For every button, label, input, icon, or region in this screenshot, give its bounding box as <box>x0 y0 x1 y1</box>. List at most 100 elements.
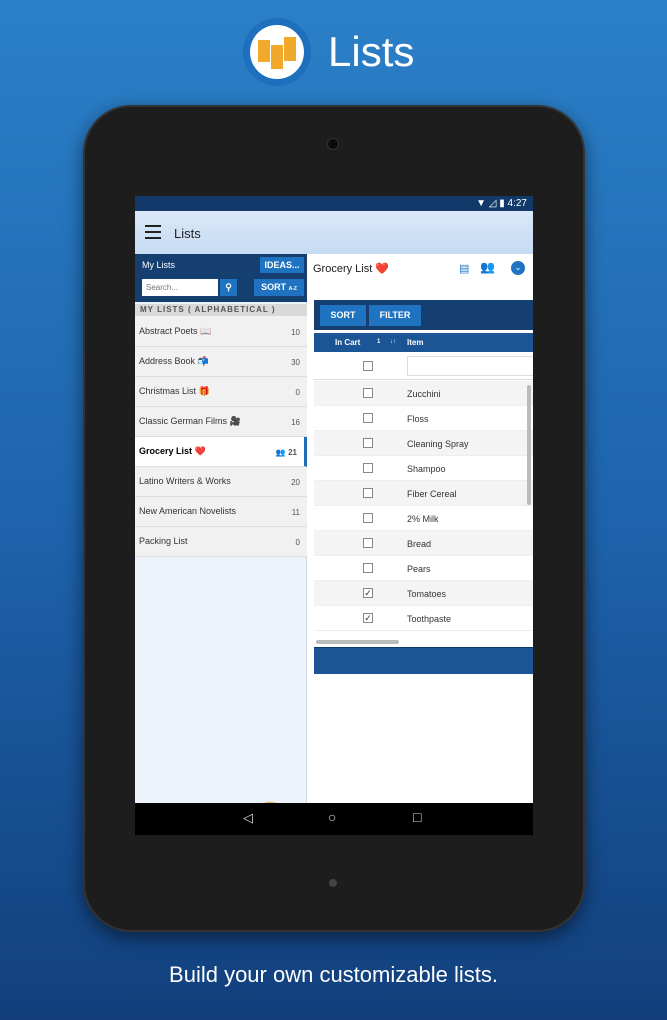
item-name: Shampoo <box>407 464 446 474</box>
expand-chevron-icon[interactable]: ⌄ <box>511 261 525 275</box>
in-cart-checkbox[interactable] <box>363 463 373 473</box>
table-row: Cleaning Spray <box>314 431 533 456</box>
sidebar-item[interactable]: Christmas List 🎁 0 <box>135 377 307 407</box>
back-button[interactable]: ◁ <box>243 810 253 826</box>
camera <box>327 138 339 150</box>
sidebar-item[interactable]: Latino Writers & Works 20 <box>135 467 307 497</box>
items-grid: SORT FILTER In Cart 1 ↓↑ Item Zucchini Fl… <box>314 300 533 674</box>
list-detail: Grocery List ❤️ ▤ 👥 ⌄ SORT FILTER In Car… <box>308 254 533 803</box>
app-logo <box>243 18 311 86</box>
sidebar-item[interactable]: Grocery List ❤️ 👥 21 <box>135 437 307 467</box>
sidebar-item[interactable]: New American Novelists 11 <box>135 497 307 527</box>
list-count-value: 0 <box>295 388 300 397</box>
in-cart-checkbox[interactable]: ✓ <box>363 588 373 598</box>
item-name: Fiber Cereal <box>407 489 457 499</box>
app-bar: Lists <box>135 211 533 254</box>
in-cart-checkbox[interactable] <box>363 513 373 523</box>
list-name: Packing List <box>139 536 188 546</box>
item-name: Floss <box>407 414 429 424</box>
list-name: Latino Writers & Works <box>139 476 231 486</box>
in-cart-checkbox[interactable] <box>363 538 373 548</box>
sensor <box>329 879 337 887</box>
list-count-value: 30 <box>291 358 300 367</box>
item-filter-input[interactable] <box>407 356 533 376</box>
item-name: Pears <box>407 564 431 574</box>
item-name: Cleaning Spray <box>407 439 469 449</box>
horizontal-scrollbar[interactable] <box>316 640 399 644</box>
search-icon[interactable]: ⚲ <box>220 279 237 296</box>
home-button[interactable]: ○ <box>328 809 336 825</box>
list-count: 👥 21 <box>276 438 297 467</box>
item-name: Zucchini <box>407 389 441 399</box>
wifi-icon: ▼ ◿ ▮ <box>476 198 508 209</box>
table-row: ✓ Toothpaste <box>314 606 533 631</box>
sidebar-item[interactable]: Classic German Films 🎥 16 <box>135 407 307 437</box>
list-count: 10 <box>291 318 300 347</box>
vertical-scrollbar[interactable] <box>527 385 531 505</box>
sidebar-item[interactable]: Address Book 📬 30 <box>135 347 307 377</box>
item-name: Toothpaste <box>407 614 452 624</box>
table-row: Floss <box>314 406 533 431</box>
sort-label: SORT <box>261 282 287 292</box>
status-time: 4:27 <box>507 198 527 209</box>
grid-filter-button[interactable]: FILTER <box>369 305 421 326</box>
device-screen: ▼ ◿ ▮ 4:27 Lists My Lists IDEAS... ⚲ SOR… <box>135 196 533 835</box>
in-cart-checkbox[interactable] <box>363 388 373 398</box>
list-name: Classic German Films 🎥 <box>139 416 241 426</box>
table-row: Pears <box>314 556 533 581</box>
table-row: Fiber Cereal <box>314 481 533 506</box>
sort-hint: A-Z <box>288 286 297 292</box>
list-name: Grocery List ❤️ <box>139 446 206 456</box>
list-count-value: 16 <box>291 418 300 427</box>
list-count: 20 <box>291 468 300 497</box>
android-nav-bar: ◁ ○ □ <box>135 803 533 835</box>
in-cart-checkbox[interactable]: ✓ <box>363 613 373 623</box>
table-row: Bread <box>314 531 533 556</box>
in-cart-checkbox[interactable] <box>363 563 373 573</box>
ideas-button[interactable]: IDEAS... <box>260 257 304 273</box>
document-icon[interactable]: ▤ <box>459 262 469 275</box>
sort-button[interactable]: SORT A-Z <box>254 279 304 296</box>
table-row: Shampoo <box>314 456 533 481</box>
table-row: ✓ Tomatoes <box>314 581 533 606</box>
col-item[interactable]: Item <box>407 333 423 352</box>
filter-checkbox[interactable] <box>363 361 373 371</box>
in-cart-checkbox[interactable] <box>363 488 373 498</box>
sort-arrows-icon[interactable]: ↓↑ <box>390 333 396 352</box>
in-cart-checkbox[interactable] <box>363 438 373 448</box>
list-count: 16 <box>291 408 300 437</box>
list-count: 30 <box>291 348 300 377</box>
search-input[interactable] <box>142 279 218 296</box>
list-name: New American Novelists <box>139 506 237 516</box>
grid-sort-button[interactable]: SORT <box>320 305 366 326</box>
list-title: Grocery List ❤️ <box>313 263 390 275</box>
list-count-value: 10 <box>291 328 300 337</box>
item-name: Tomatoes <box>407 589 447 599</box>
menu-icon[interactable] <box>145 225 161 239</box>
list-count-value: 21 <box>288 448 297 457</box>
list-count: 0 <box>296 378 300 407</box>
list-name: Abstract Poets 📖 <box>139 326 212 336</box>
sidebar-item[interactable]: Packing List 0 <box>135 527 307 557</box>
list-count: 0 <box>296 528 300 557</box>
table-row: Zucchini <box>314 381 533 406</box>
sidebar-header: My Lists IDEAS... ⚲ SORT A-Z <box>135 254 307 302</box>
grid-footer <box>314 647 533 674</box>
list-count: 11 <box>292 498 300 527</box>
col-in-cart[interactable]: In Cart <box>335 333 360 352</box>
lists-sidebar: My Lists IDEAS... ⚲ SORT A-Z MY LISTS ( … <box>135 254 307 835</box>
grid-header: In Cart 1 ↓↑ Item <box>314 333 533 352</box>
list-count-value: 0 <box>295 538 300 547</box>
sort-index-badge: 1 <box>377 339 381 345</box>
section-label: MY LISTS ( ALPHABETICAL ) <box>135 304 307 316</box>
shared-icon: 👥 <box>275 448 289 457</box>
item-name: Bread <box>407 539 432 549</box>
sidebar-item[interactable]: Abstract Poets 📖 10 <box>135 317 307 347</box>
share-users-icon[interactable]: 👥 <box>480 260 495 274</box>
filter-row <box>314 352 533 380</box>
table-row: 2% Milk <box>314 506 533 531</box>
recents-button[interactable]: □ <box>413 809 421 825</box>
sidebar-title: My Lists <box>142 260 176 270</box>
in-cart-checkbox[interactable] <box>363 413 373 423</box>
promo-title: Lists <box>328 28 415 75</box>
